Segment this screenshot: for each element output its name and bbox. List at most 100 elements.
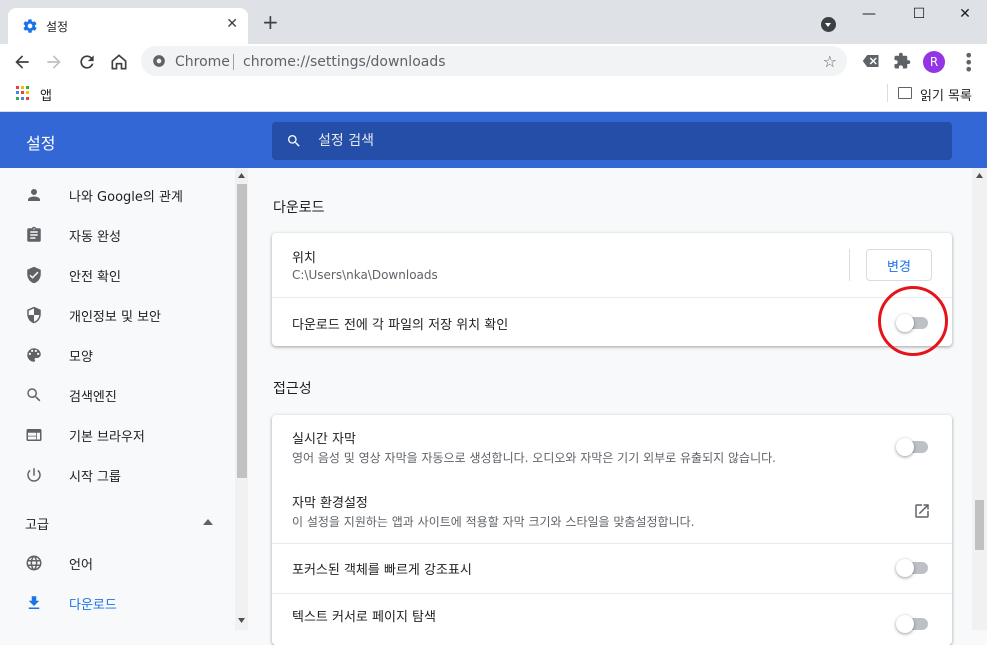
row-divider xyxy=(272,593,952,594)
sidebar-item-label: 개인정보 및 보안 xyxy=(69,310,161,325)
search-icon xyxy=(27,388,41,402)
sidebar-item-on-startup[interactable]: 시작 그룹 xyxy=(0,455,235,495)
bookmarks-separator xyxy=(887,84,888,102)
sidebar-item-autofill[interactable]: 자동 완성 xyxy=(0,215,235,255)
bookmark-star-icon[interactable]: ☆ xyxy=(823,52,837,71)
focus-highlight-toggle[interactable] xyxy=(896,559,930,577)
highlight-circle-annotation xyxy=(878,286,948,356)
sidebar-item-downloads[interactable]: 다운로드 xyxy=(0,583,235,623)
sidebar-item-search-engine[interactable]: 검색엔진 xyxy=(0,375,235,415)
bookmarks-bar: 앱 읽기 목록 xyxy=(0,78,987,112)
tab-strip: 설정 ✕ + — ☐ ✕ xyxy=(0,0,987,44)
accessibility-card: 실시간 자막 영어 음성 및 영상 자막을 자동으로 생성합니다. 오디오와 자… xyxy=(272,415,952,645)
home-icon[interactable] xyxy=(109,52,129,72)
profile-avatar[interactable]: R xyxy=(923,51,945,73)
settings-search-box[interactable] xyxy=(272,122,952,160)
omnibox-url[interactable]: chrome://settings/downloads xyxy=(243,54,446,70)
location-path: C:\Users\nka\Downloads xyxy=(292,268,438,282)
sidebar-item-label: 안전 확인 xyxy=(69,270,121,285)
back-arrow-icon[interactable] xyxy=(12,52,32,72)
chrome-logo-icon xyxy=(153,55,165,67)
reload-icon[interactable] xyxy=(77,52,97,72)
new-tab-button[interactable]: + xyxy=(262,12,279,32)
scroll-down-arrow-icon[interactable] xyxy=(238,618,245,623)
open-external-icon[interactable] xyxy=(913,502,931,520)
live-caption-description: 영어 음성 및 영상 자막을 자동으로 생성합니다. 오디오와 자막은 기기 외… xyxy=(292,451,776,465)
toggle-knob xyxy=(896,438,914,456)
address-bar[interactable]: Chrome chrome://settings/downloads ☆ xyxy=(141,46,847,76)
downloads-card: 위치 C:\Users\nka\Downloads 변경 다운로드 전에 각 파… xyxy=(272,233,952,346)
ask-location-label: 다운로드 전에 각 파일의 저장 위치 확인 xyxy=(292,318,509,333)
settings-sidebar: 나와 Google의 관계 자동 완성 안전 확인 개인정보 및 보안 모양 검… xyxy=(0,168,248,630)
search-icon xyxy=(288,135,300,147)
minimize-button[interactable]: — xyxy=(846,6,892,26)
power-icon xyxy=(27,468,41,482)
live-caption-toggle[interactable] xyxy=(896,438,930,456)
tab-settings[interactable]: 설정 ✕ xyxy=(8,8,248,44)
shield-check-icon xyxy=(27,266,41,284)
sidebar-item-languages[interactable]: 언어 xyxy=(0,543,235,583)
apps-shortcut[interactable]: 앱 xyxy=(40,85,52,104)
shield-icon xyxy=(27,306,41,324)
maximize-button[interactable]: ☐ xyxy=(896,6,942,26)
sidebar-item-label: 기본 브라우저 xyxy=(69,430,145,445)
main-scrollbar[interactable] xyxy=(972,168,987,630)
apps-grid-icon[interactable] xyxy=(16,86,30,100)
sidebar-item-default-browser[interactable]: 기본 브라우저 xyxy=(0,415,235,455)
menu-kebab-icon[interactable]: • • • xyxy=(964,48,973,78)
tab-title: 설정 xyxy=(46,20,69,34)
scroll-up-arrow-icon[interactable] xyxy=(976,173,983,178)
clipboard-icon xyxy=(27,226,41,242)
caption-preferences-description: 이 설정을 지원하는 앱과 사이트에 적용할 자막 크기와 스타일을 맞춤설정합… xyxy=(292,515,695,529)
sidebar-item-label: 나와 Google의 관계 xyxy=(69,190,183,205)
close-tab-icon[interactable]: ✕ xyxy=(226,16,238,32)
sidebar-advanced-label: 고급 xyxy=(25,518,49,533)
palette-icon xyxy=(27,348,41,362)
sidebar-advanced-toggle[interactable]: 고급 xyxy=(0,503,235,543)
focus-highlight-label: 포커스된 객체를 빠르게 강조표시 xyxy=(292,563,472,578)
tab-search-icon[interactable] xyxy=(821,17,836,32)
live-caption-title: 실시간 자막 xyxy=(292,432,356,447)
omnibox-separator xyxy=(233,54,234,70)
omnibox-site-label: Chrome xyxy=(175,54,230,70)
scroll-up-arrow-icon[interactable] xyxy=(238,173,245,178)
download-icon xyxy=(28,596,40,609)
globe-icon xyxy=(26,555,42,571)
downloads-section-title: 다운로드 xyxy=(273,200,325,216)
reading-list-button[interactable]: 읽기 목록 xyxy=(920,85,972,104)
sidebar-item-privacy[interactable]: 개인정보 및 보안 xyxy=(0,295,235,335)
location-title: 위치 xyxy=(292,251,316,266)
sidebar-item-label: 언어 xyxy=(69,558,93,573)
clear-history-icon[interactable] xyxy=(862,53,880,69)
change-location-button[interactable]: 변경 xyxy=(866,249,932,281)
main-scroll-thumb[interactable] xyxy=(975,500,984,550)
forward-arrow-icon[interactable] xyxy=(44,52,64,72)
browser-toolbar: Chrome chrome://settings/downloads ☆ xyxy=(0,44,987,78)
extensions-puzzle-icon[interactable] xyxy=(893,52,911,70)
reading-list-icon[interactable] xyxy=(898,87,912,99)
sidebar-item-label: 다운로드 xyxy=(69,598,117,613)
row-divider xyxy=(272,297,952,298)
sidebar-item-safety-check[interactable]: 안전 확인 xyxy=(0,255,235,295)
row-divider xyxy=(272,543,952,544)
page-title: 설정 xyxy=(26,134,56,153)
sidebar-item-you-and-google[interactable]: 나와 Google의 관계 xyxy=(0,175,235,215)
change-button-separator xyxy=(849,249,850,281)
toggle-knob xyxy=(896,559,914,577)
sidebar-item-label: 자동 완성 xyxy=(69,230,121,245)
sidebar-item-label: 검색엔진 xyxy=(69,390,117,405)
sidebar-scroll-thumb[interactable] xyxy=(237,184,247,478)
sidebar-item-label: 시작 그룹 xyxy=(69,470,121,485)
toggle-knob xyxy=(896,615,914,633)
settings-header: 설정 xyxy=(0,112,987,168)
accessibility-section-title: 접근성 xyxy=(273,381,312,397)
person-icon xyxy=(28,189,40,201)
caption-preferences-title[interactable]: 자막 환경설정 xyxy=(292,492,368,511)
sidebar-item-appearance[interactable]: 모양 xyxy=(0,335,235,375)
close-window-button[interactable]: ✕ xyxy=(942,6,987,26)
gear-icon xyxy=(23,19,37,33)
chevron-up-icon xyxy=(203,519,213,525)
caret-browsing-title: 텍스트 커서로 페이지 탐색 xyxy=(292,610,436,625)
caret-browsing-toggle[interactable] xyxy=(896,615,930,633)
settings-search-input[interactable] xyxy=(318,130,918,152)
